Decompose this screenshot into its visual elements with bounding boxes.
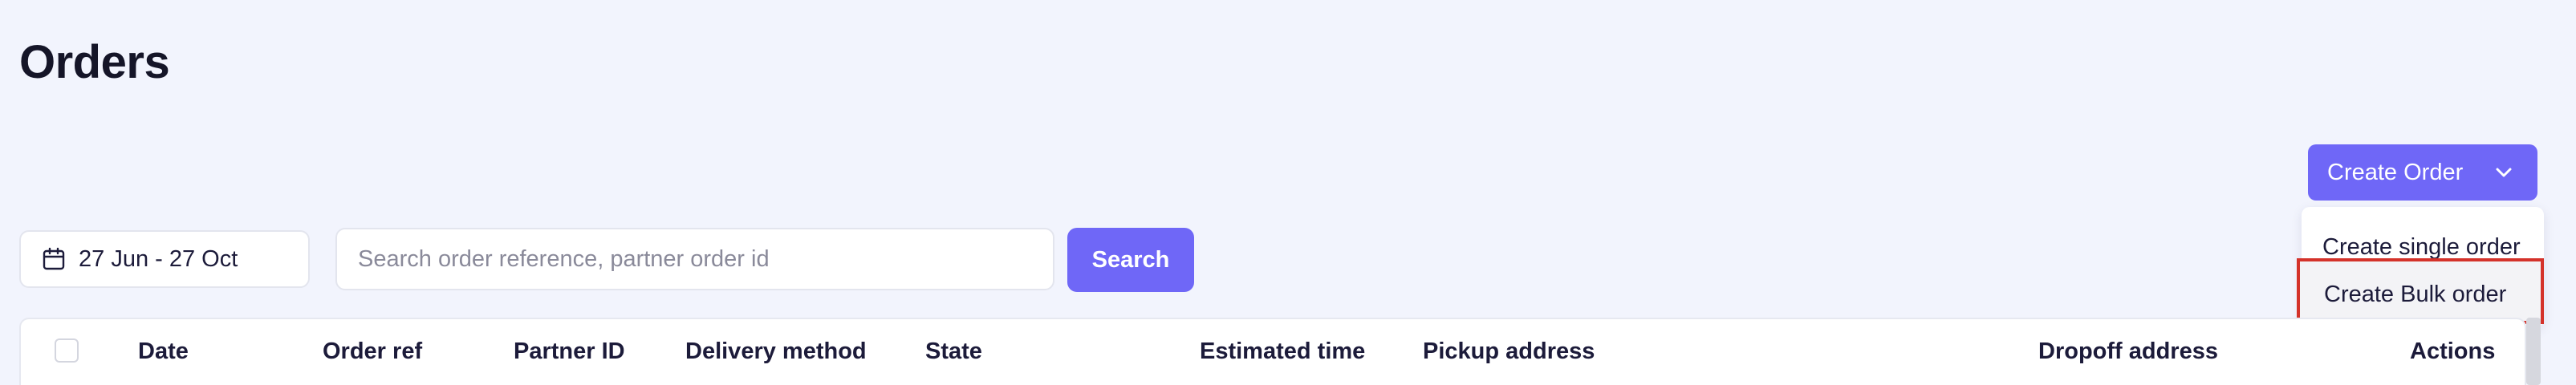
- date-range-picker[interactable]: 27 Jun - 27 Oct: [19, 230, 310, 288]
- table-scrollbar[interactable]: [2526, 318, 2541, 385]
- chevron-down-icon: [2489, 158, 2518, 187]
- column-header-actions: Actions: [2410, 338, 2496, 364]
- column-header-state[interactable]: State: [925, 337, 982, 366]
- create-order-label: Create Order: [2327, 159, 2464, 185]
- calendar-icon: [42, 247, 66, 271]
- date-range-value: 27 Jun - 27 Oct: [79, 245, 238, 272]
- page-title: Orders: [19, 36, 170, 88]
- column-header-dropoff-address[interactable]: Dropoff address: [2038, 337, 2218, 366]
- column-header-delivery-method[interactable]: Delivery method: [685, 337, 867, 366]
- search-button[interactable]: Search: [1067, 228, 1194, 292]
- create-order-button[interactable]: Create Order: [2308, 144, 2537, 201]
- column-header-date[interactable]: Date: [138, 337, 189, 366]
- create-bulk-order-item[interactable]: Create Bulk order: [2297, 258, 2544, 324]
- search-input[interactable]: [335, 228, 1054, 290]
- select-all-checkbox[interactable]: [55, 338, 79, 363]
- column-header-order-ref[interactable]: Order ref: [323, 337, 422, 366]
- column-header-estimated-time[interactable]: Estimated time: [1200, 337, 1365, 366]
- column-header-partner-id[interactable]: Partner ID: [514, 337, 625, 366]
- column-header-pickup-address[interactable]: Pickup address: [1423, 337, 1595, 366]
